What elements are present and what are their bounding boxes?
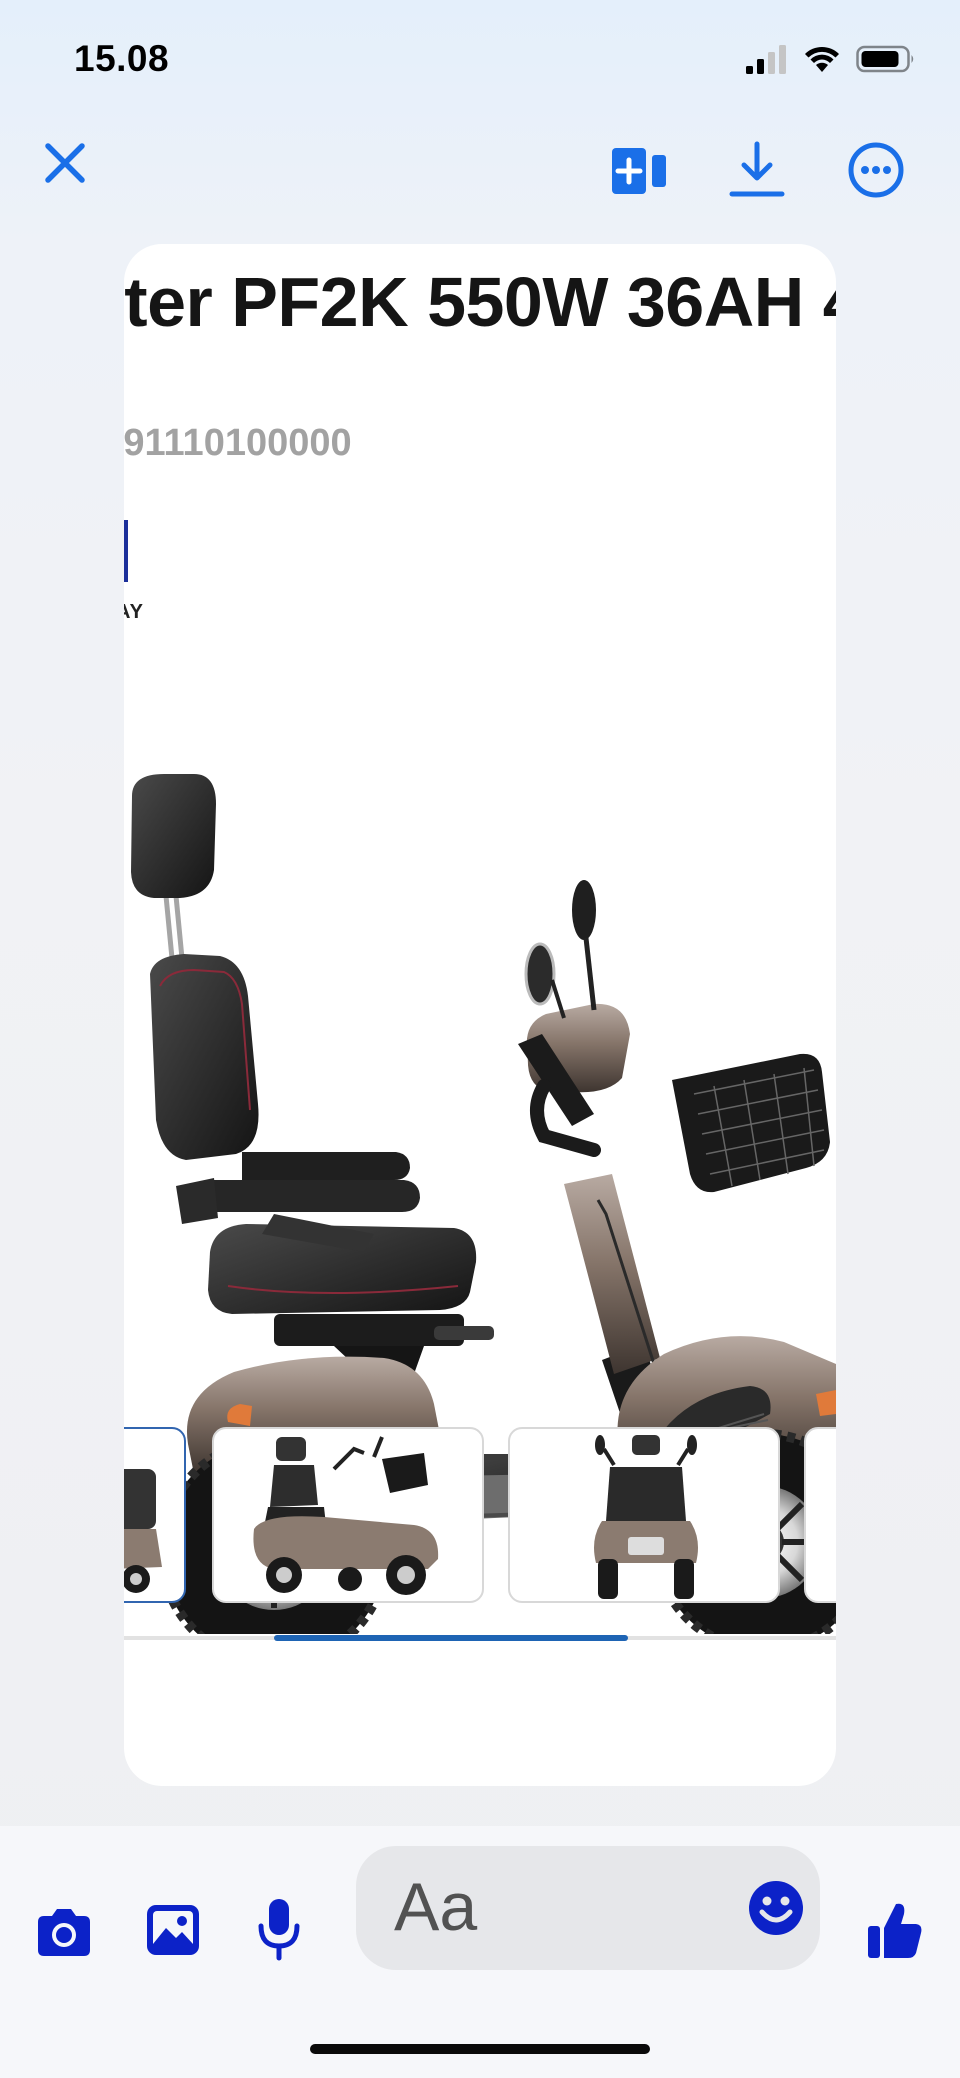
- close-icon: [45, 143, 85, 183]
- status-bar: 15.08: [0, 0, 960, 120]
- add-to-collection-icon: [612, 148, 666, 194]
- brand-logo-fragment: [124, 520, 128, 582]
- shared-image-card[interactable]: oter PF2K 550W 36AH 4 r 91110100000 AY: [124, 244, 836, 1786]
- more-icon: [848, 142, 904, 198]
- like-button[interactable]: [866, 1900, 924, 1960]
- thumbnail-scroll-indicator[interactable]: [274, 1635, 628, 1641]
- download-icon: [729, 141, 785, 197]
- more-options-button[interactable]: [846, 140, 906, 200]
- gallery-button[interactable]: [144, 1902, 202, 1958]
- emoji-icon: [749, 1881, 803, 1935]
- status-icons: [744, 44, 916, 74]
- thumbnail-1[interactable]: [124, 1427, 186, 1603]
- close-button[interactable]: [40, 138, 90, 188]
- add-to-collection-button[interactable]: [610, 146, 668, 196]
- status-time: 15.08: [74, 38, 170, 79]
- home-indicator[interactable]: [310, 2044, 650, 2054]
- battery-icon: [856, 45, 914, 73]
- thumbnail-scooter-front-image: [594, 1435, 698, 1599]
- thumbnail-scroll-track[interactable]: [124, 1635, 836, 1641]
- signal-icon: [746, 45, 786, 74]
- thumbnail-3[interactable]: [508, 1427, 780, 1603]
- message-composer: Aa: [0, 1826, 960, 2078]
- brand-text-fragment: AY: [124, 601, 144, 623]
- thumbs-up-icon: [868, 1903, 922, 1958]
- thumbnail-2[interactable]: [212, 1427, 484, 1603]
- thumbnail-scooter-image: [124, 1469, 162, 1593]
- wifi-icon: [805, 46, 839, 72]
- message-input[interactable]: Aa: [356, 1846, 820, 1970]
- microphone-button[interactable]: [256, 1896, 302, 1962]
- download-button[interactable]: [728, 140, 786, 200]
- microphone-icon: [258, 1899, 300, 1961]
- camera-button[interactable]: [34, 1906, 94, 1958]
- gallery-icon: [147, 1905, 199, 1955]
- product-title: oter PF2K 550W 36AH 4: [124, 263, 836, 341]
- camera-icon: [38, 1909, 90, 1956]
- thumbnail-4[interactable]: [804, 1427, 836, 1603]
- product-sku: r 91110100000: [124, 422, 352, 464]
- message-input-placeholder: Aa: [394, 1869, 478, 1945]
- emoji-button[interactable]: [748, 1880, 804, 1936]
- thumbnail-scooter-angled-image: [253, 1436, 439, 1595]
